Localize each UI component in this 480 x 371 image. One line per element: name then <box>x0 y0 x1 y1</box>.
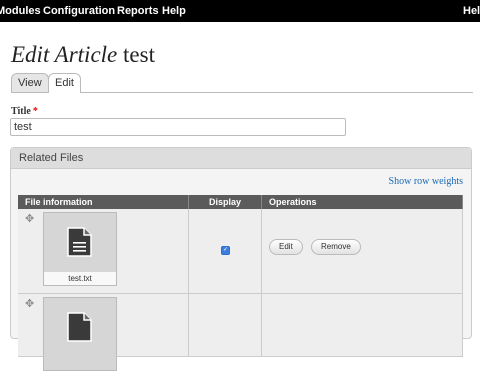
table-row: ✥ <box>18 293 463 371</box>
display-cell: ✓ <box>188 209 262 294</box>
title-field-label: Title * <box>11 106 38 117</box>
menu-item-configuration[interactable]: Configuration <box>43 0 115 22</box>
user-greeting[interactable]: Hell <box>463 0 480 22</box>
file-name: test.txt <box>44 272 116 285</box>
menu-item-modules[interactable]: Modules <box>0 0 41 22</box>
menu-item-help[interactable]: Help <box>162 0 186 22</box>
page-title-name: test <box>123 42 155 67</box>
column-header-file-information: File information <box>18 195 189 209</box>
edit-file-button[interactable]: Edit <box>269 239 303 255</box>
file-information-cell: ✥ test.txt <box>18 209 189 294</box>
document-icon <box>67 312 92 342</box>
page-title-prefix: Edit Article <box>11 42 118 67</box>
file-thumbnail <box>43 297 117 371</box>
column-header-operations: Operations <box>261 195 463 209</box>
document-icon <box>67 227 92 257</box>
drag-handle-icon[interactable]: ✥ <box>25 212 34 225</box>
required-marker: * <box>32 106 38 117</box>
admin-toolbar: Modules Configuration Reports Help Hell <box>0 0 480 22</box>
tab-view[interactable]: View <box>11 73 49 92</box>
tab-edit[interactable]: Edit <box>48 73 81 93</box>
related-files-fieldset: Related Files Show row weights File info… <box>10 147 472 371</box>
title-label-text: Title <box>11 106 31 117</box>
related-files-table: File information Display Operations ✥ te… <box>18 195 463 371</box>
related-files-legend-text: Related Files <box>19 152 84 164</box>
menu-item-reports[interactable]: Reports <box>117 0 159 22</box>
show-row-weights-link[interactable]: Show row weights <box>389 176 463 187</box>
table-row: ✥ test.txt ✓ Edit Remove <box>18 209 463 294</box>
operations-cell <box>261 293 463 357</box>
remove-file-button[interactable]: Remove <box>311 239 361 255</box>
file-thumbnail: test.txt <box>43 212 117 286</box>
title-input[interactable] <box>10 118 346 136</box>
file-information-cell: ✥ <box>18 293 189 371</box>
table-header-row: File information Display Operations <box>18 195 463 209</box>
drag-handle-icon[interactable]: ✥ <box>25 297 34 310</box>
operations-cell: Edit Remove <box>261 209 463 294</box>
page-title: Edit Article test <box>11 42 155 68</box>
related-files-legend: Related Files <box>11 148 471 169</box>
column-header-display: Display <box>188 195 262 209</box>
display-checkbox[interactable]: ✓ <box>221 246 230 255</box>
display-cell <box>188 293 262 357</box>
checkmark-icon: ✓ <box>222 247 229 253</box>
primary-tabs: View Edit <box>11 73 473 93</box>
